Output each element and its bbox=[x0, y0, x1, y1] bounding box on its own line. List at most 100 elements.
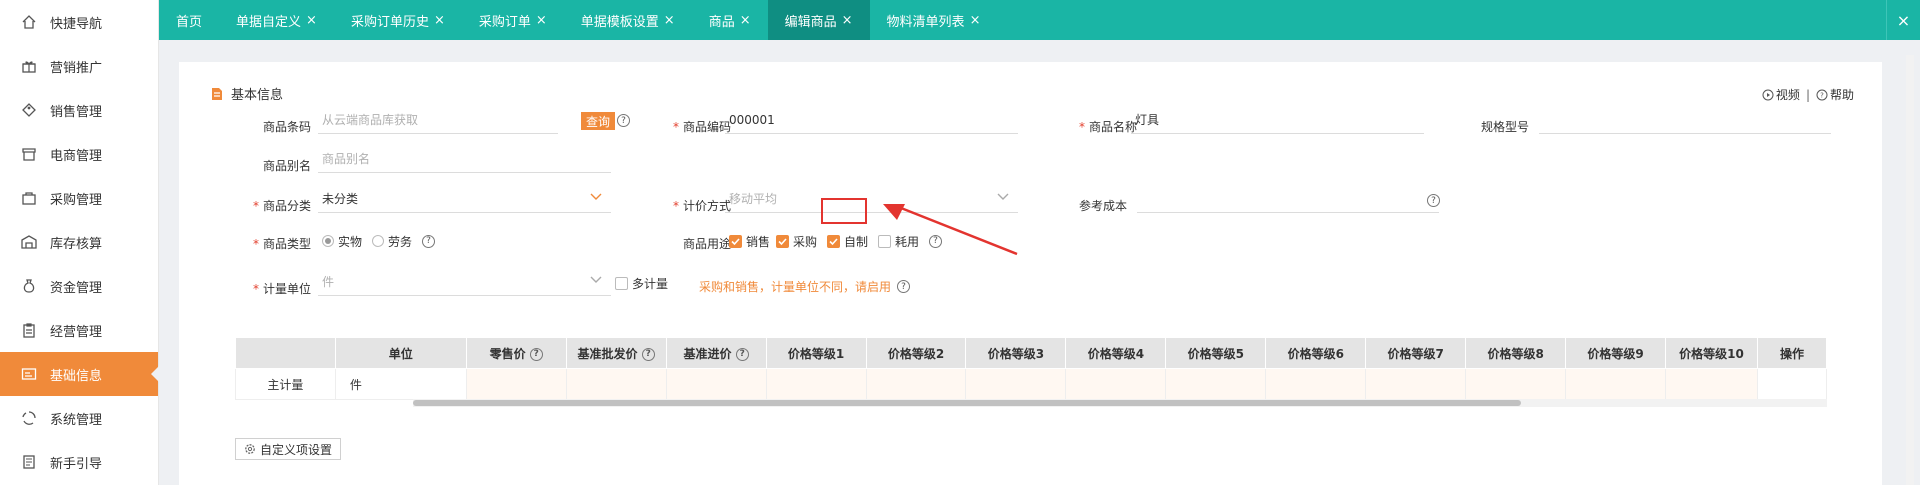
wholesale-price-cell[interactable] bbox=[565, 368, 667, 400]
help-icon[interactable]: ? bbox=[529, 347, 543, 361]
tab-products[interactable]: 商品 × bbox=[692, 0, 768, 40]
id-card-icon bbox=[20, 365, 38, 383]
checkbox-box bbox=[615, 277, 628, 290]
unit-select[interactable]: 件 bbox=[318, 268, 611, 296]
unit-label: * 计量单位 bbox=[219, 280, 311, 297]
price-level-cell[interactable] bbox=[1465, 368, 1567, 400]
close-icon[interactable]: × bbox=[970, 13, 981, 28]
spec-input[interactable] bbox=[1539, 106, 1831, 134]
price-level-cell[interactable] bbox=[1265, 368, 1367, 400]
col-header: 价格等级6 bbox=[1265, 337, 1367, 369]
video-link[interactable]: 视频 bbox=[1762, 86, 1800, 103]
tab-label: 编辑商品 bbox=[784, 14, 837, 30]
radio-dot bbox=[322, 235, 334, 247]
alias-input[interactable]: 商品别名 bbox=[318, 145, 611, 173]
code-input[interactable]: 000001 bbox=[725, 106, 1018, 134]
custom-fields-label: 自定义项设置 bbox=[260, 442, 333, 457]
price-level-cell[interactable] bbox=[1665, 368, 1758, 400]
col-header: 价格等级9 bbox=[1565, 337, 1667, 369]
sidebar-item-sales[interactable]: 销售管理 bbox=[0, 88, 158, 132]
type-radio-service[interactable]: 劳务 bbox=[372, 233, 412, 250]
price-level-cell[interactable] bbox=[1165, 368, 1267, 400]
scrollbar-thumb[interactable] bbox=[413, 400, 1521, 406]
sidebar-item-system[interactable]: 系统管理 bbox=[0, 396, 158, 440]
help-icon[interactable]: ? bbox=[897, 280, 910, 293]
help-links: 视频 | ? 帮助 bbox=[1762, 86, 1854, 103]
checkbox-label: 多计量 bbox=[632, 277, 669, 291]
gift-icon bbox=[20, 57, 38, 75]
help-icon[interactable]: ? bbox=[617, 114, 630, 127]
usage-checkbox-purchase[interactable]: 采购 bbox=[776, 233, 817, 250]
section-header: 基本信息 bbox=[211, 84, 283, 103]
close-icon[interactable]: × bbox=[740, 13, 751, 28]
type-radio-group: 实物 劳务 ? bbox=[322, 227, 436, 255]
tab-edit-product[interactable]: 编辑商品 × bbox=[767, 0, 870, 40]
sidebar-item-guide[interactable]: 新手引导 bbox=[0, 440, 158, 484]
page-scrollbar[interactable] bbox=[1906, 55, 1914, 485]
checkbox-box bbox=[827, 234, 841, 248]
barcode-input[interactable]: 从云端商品库获取 bbox=[318, 106, 558, 134]
tab-template-settings[interactable]: 单据模板设置 × bbox=[564, 0, 692, 40]
barcode-label: 商品条码 bbox=[229, 118, 311, 135]
type-radio-physical[interactable]: 实物 bbox=[322, 233, 362, 250]
close-icon[interactable]: × bbox=[664, 13, 675, 28]
sidebar-item-quick-nav[interactable]: 快捷导航 bbox=[0, 0, 158, 44]
price-level-cell[interactable] bbox=[1365, 368, 1467, 400]
close-icon[interactable]: × bbox=[536, 13, 547, 28]
tab-po-history[interactable]: 采购订单历史 × bbox=[334, 0, 462, 40]
highlight-box bbox=[821, 198, 867, 224]
radio-label: 实物 bbox=[338, 234, 363, 249]
ref-cost-input[interactable] bbox=[1137, 185, 1439, 213]
help-label: 帮助 bbox=[1829, 88, 1854, 102]
help-icon[interactable]: ? bbox=[1427, 194, 1440, 207]
tab-doc-custom[interactable]: 单据自定义 × bbox=[219, 0, 334, 40]
sidebar-item-funds[interactable]: 资金管理 bbox=[0, 264, 158, 308]
home-icon bbox=[20, 13, 38, 31]
sidebar-item-basic-info[interactable]: 基础信息 bbox=[0, 352, 159, 396]
bag-icon bbox=[20, 189, 38, 207]
price-level-cell[interactable] bbox=[965, 368, 1067, 400]
sidebar-item-operations[interactable]: 经营管理 bbox=[0, 308, 158, 352]
sidebar-item-inventory[interactable]: 库存核算 bbox=[0, 220, 158, 264]
tab-purchase-order[interactable]: 采购订单 × bbox=[462, 0, 564, 40]
sidebar-item-purchase[interactable]: 采购管理 bbox=[0, 176, 158, 220]
usage-checkbox-sales[interactable]: 销售 bbox=[729, 233, 770, 250]
usage-label: 商品用途 bbox=[649, 235, 731, 252]
help-link[interactable]: ? 帮助 bbox=[1816, 86, 1854, 103]
price-level-cell[interactable] bbox=[1565, 368, 1667, 400]
close-icon[interactable]: × bbox=[434, 13, 445, 28]
tab-bom-list[interactable]: 物料清单列表 × bbox=[870, 0, 998, 40]
tab-home[interactable]: 首页 bbox=[159, 0, 219, 40]
close-all-tabs-button[interactable]: × bbox=[1886, 0, 1920, 40]
unit-cell[interactable]: 件 bbox=[334, 368, 467, 400]
table-horizontal-scrollbar[interactable] bbox=[413, 399, 1827, 407]
sidebar-item-marketing[interactable]: 营销推广 bbox=[0, 44, 158, 88]
barcode-placeholder: 从云端商品库获取 bbox=[322, 113, 419, 127]
col-header: 价格等级2 bbox=[865, 337, 967, 369]
help-icon[interactable]: ? bbox=[422, 234, 436, 248]
sidebar-item-label: 电商管理 bbox=[50, 148, 103, 164]
checkbox-label: 采购 bbox=[793, 234, 818, 249]
retail-price-cell[interactable] bbox=[465, 368, 567, 400]
sidebar-item-ecommerce[interactable]: 电商管理 bbox=[0, 132, 158, 176]
category-select[interactable]: 未分类 bbox=[318, 185, 611, 213]
query-button[interactable]: 查询 bbox=[581, 112, 616, 130]
close-icon[interactable]: × bbox=[306, 13, 317, 28]
name-input[interactable]: 灯具 bbox=[1131, 106, 1424, 134]
price-level-cell[interactable] bbox=[865, 368, 967, 400]
price-level-cell[interactable] bbox=[765, 368, 867, 400]
price-level-cell[interactable] bbox=[1065, 368, 1167, 400]
action-cell[interactable] bbox=[1756, 368, 1828, 400]
multi-unit-checkbox[interactable]: 多计量 bbox=[615, 275, 668, 292]
svg-text:?: ? bbox=[1820, 91, 1824, 99]
ref-cost-label: 参考成本 bbox=[1045, 197, 1127, 214]
close-icon[interactable]: × bbox=[842, 13, 853, 28]
help-icon[interactable]: ? bbox=[641, 347, 655, 361]
usage-checkbox-selfmade[interactable]: 自制 bbox=[827, 233, 868, 250]
help-icon[interactable]: ? bbox=[735, 347, 749, 361]
purchase-price-cell[interactable] bbox=[665, 368, 767, 400]
custom-fields-button[interactable]: 自定义项设置 bbox=[235, 438, 342, 460]
col-header: 基准批发价 ? bbox=[565, 337, 667, 369]
sidebar-item-label: 经营管理 bbox=[50, 324, 103, 340]
video-label: 视频 bbox=[1775, 88, 1800, 102]
